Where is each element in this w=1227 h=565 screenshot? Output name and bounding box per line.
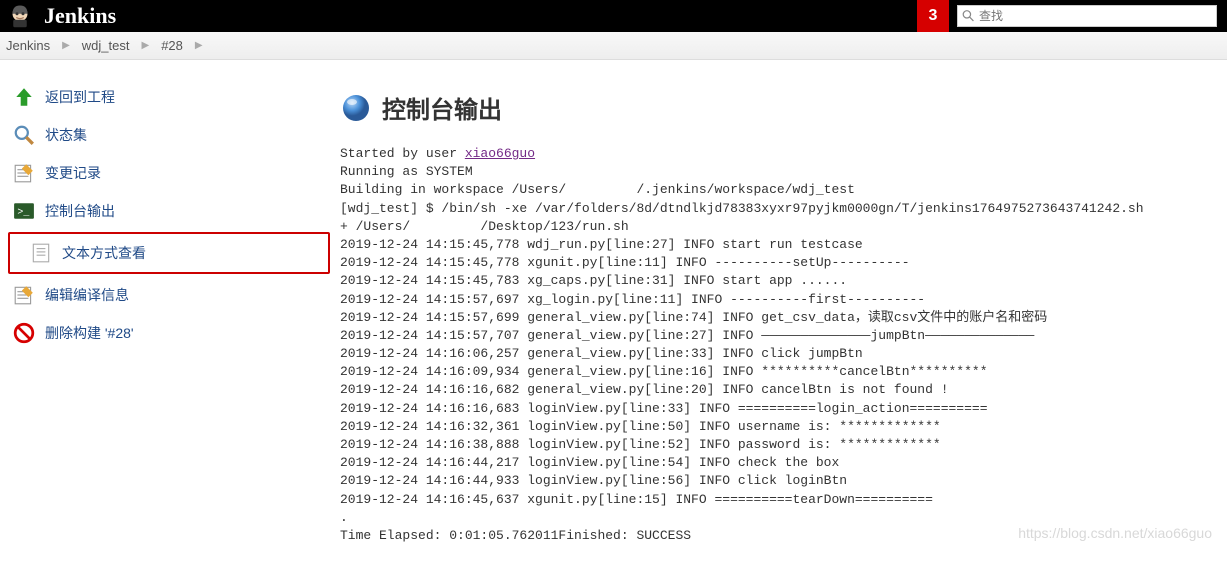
header-right: 3 [917, 0, 1227, 32]
breadcrumb-sep-icon: ▶ [141, 40, 149, 51]
sidebar-item-label: 变更记录 [45, 163, 101, 183]
console-output: Started by user xiao66guo Running as SYS… [340, 145, 1207, 545]
jenkins-icon [5, 1, 35, 31]
breadcrumb-sep-icon: ▶ [195, 40, 203, 51]
up-arrow-icon [13, 86, 35, 108]
console-line: Started by user [340, 146, 465, 161]
prohibit-icon [13, 322, 35, 344]
sidebar-item-label: 状态集 [45, 125, 87, 145]
watermark: https://blog.csdn.net/xiao66guo [1018, 525, 1212, 541]
search-icon [962, 9, 975, 23]
breadcrumb-build[interactable]: #28 [161, 38, 183, 53]
user-link[interactable]: xiao66guo [465, 146, 535, 161]
svg-text:>_: >_ [17, 206, 29, 217]
sidebar: 返回到工程 状态集 变更记录 >_ 控制台输出 文本方式查看 [0, 60, 340, 565]
breadcrumb-bar: Jenkins ▶ wdj_test ▶ #28 ▶ [0, 32, 1227, 60]
page-title-block: 控制台输出 [340, 90, 1207, 125]
sidebar-item-console[interactable]: >_ 控制台输出 [8, 192, 330, 230]
sidebar-item-status[interactable]: 状态集 [8, 116, 330, 154]
sidebar-item-label: 删除构建 '#28' [45, 323, 134, 343]
page-title: 控制台输出 [382, 90, 502, 125]
sidebar-item-label: 返回到工程 [45, 87, 115, 107]
notepad-icon [13, 284, 35, 306]
orb-icon [340, 92, 372, 124]
main-container: 返回到工程 状态集 变更记录 >_ 控制台输出 文本方式查看 [0, 60, 1227, 565]
search-box[interactable] [957, 5, 1217, 27]
notification-badge[interactable]: 3 [917, 0, 949, 32]
breadcrumb-sep-icon: ▶ [62, 40, 70, 51]
sidebar-item-changes[interactable]: 变更记录 [8, 154, 330, 192]
content-area: 控制台输出 Started by user xiao66guo Running … [340, 60, 1227, 565]
jenkins-logo[interactable] [0, 0, 40, 32]
sidebar-item-label: 文本方式查看 [62, 243, 146, 263]
sidebar-item-label: 编辑编译信息 [45, 285, 129, 305]
jenkins-title[interactable]: Jenkins [44, 3, 116, 29]
notepad-icon [13, 162, 35, 184]
breadcrumb-jenkins[interactable]: Jenkins [6, 38, 50, 53]
header-left: Jenkins [0, 0, 116, 32]
breadcrumb-project[interactable]: wdj_test [82, 38, 130, 53]
sidebar-item-delete[interactable]: 删除构建 '#28' [8, 314, 330, 352]
sidebar-item-back[interactable]: 返回到工程 [8, 78, 330, 116]
search-icon [13, 124, 35, 146]
document-icon [30, 242, 52, 264]
sidebar-item-text-view[interactable]: 文本方式查看 [8, 232, 330, 274]
sidebar-item-edit[interactable]: 编辑编译信息 [8, 276, 330, 314]
top-header: Jenkins 3 [0, 0, 1227, 32]
sidebar-item-label: 控制台输出 [45, 201, 115, 221]
search-input[interactable] [979, 9, 1212, 23]
terminal-icon: >_ [13, 200, 35, 222]
